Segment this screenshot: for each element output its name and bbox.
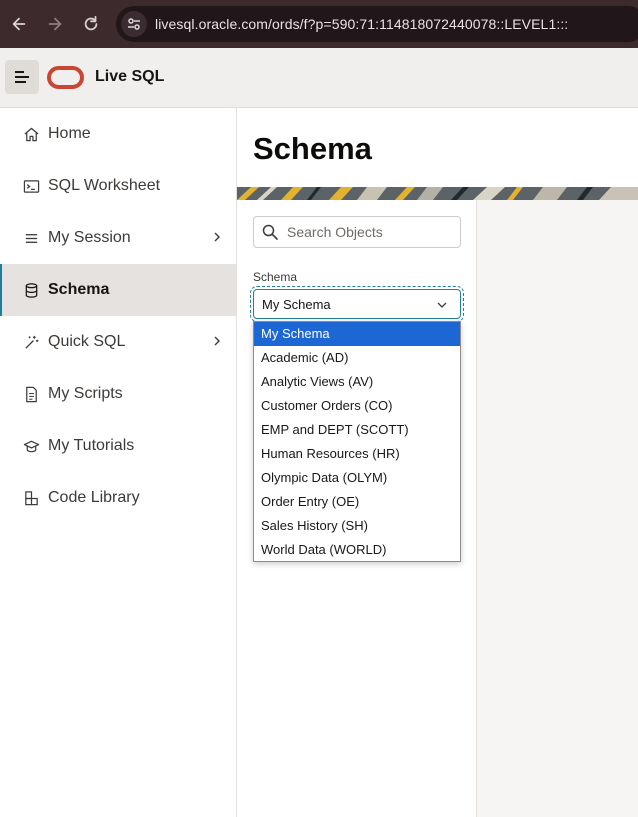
sidebar-item-sql-worksheet[interactable]: SQL Worksheet xyxy=(0,160,236,212)
schema-option[interactable]: Sales History (SH) xyxy=(254,514,460,538)
arrow-right-icon xyxy=(48,17,62,31)
search-icon xyxy=(262,224,278,240)
schema-option[interactable]: Analytic Views (AV) xyxy=(254,370,460,394)
schema-option[interactable]: Olympic Data (OLYM) xyxy=(254,466,460,490)
terminal-icon xyxy=(22,177,40,195)
schema-option[interactable]: Human Resources (HR) xyxy=(254,442,460,466)
graduation-cap-icon xyxy=(22,437,40,455)
sidebar-item-label: My Tutorials xyxy=(48,437,135,454)
sidebar-item-label: Code Library xyxy=(48,489,140,506)
schema-option[interactable]: Customer Orders (CO) xyxy=(254,394,460,418)
schema-option[interactable]: World Data (WORLD) xyxy=(254,538,460,562)
decorative-banner xyxy=(237,187,638,200)
chevron-down-icon xyxy=(437,302,447,308)
sidebar-item-my-session[interactable]: My Session xyxy=(0,212,236,264)
back-button[interactable] xyxy=(1,6,37,42)
home-icon xyxy=(22,125,40,143)
schema-option[interactable]: My Schema xyxy=(254,322,460,346)
sidebar-item-my-scripts[interactable]: My Scripts xyxy=(0,368,236,420)
site-settings-icon xyxy=(128,18,140,30)
reload-button[interactable] xyxy=(73,6,109,42)
sidebar-item-my-tutorials[interactable]: My Tutorials xyxy=(0,420,236,472)
browser-toolbar: livesql.oracle.com/ords/f?p=590:71:11481… xyxy=(0,0,638,48)
sidebar-item-label: Quick SQL xyxy=(48,333,126,350)
page-title: Schema xyxy=(253,131,372,166)
schema-option[interactable]: EMP and DEPT (SCOTT) xyxy=(254,418,460,442)
site-info-button[interactable] xyxy=(121,11,147,37)
app-title[interactable]: Live SQL xyxy=(95,68,164,86)
sidebar-item-label: SQL Worksheet xyxy=(48,177,161,194)
object-details-panel xyxy=(477,200,638,817)
chevron-right-icon[interactable] xyxy=(210,230,224,244)
sidebar-item-label: Schema xyxy=(48,281,110,298)
list-icon xyxy=(22,229,40,247)
sidebar-nav: Home SQL Worksheet My Session Schema Qui… xyxy=(0,108,237,817)
search-input[interactable] xyxy=(287,224,447,240)
sidebar-item-code-library[interactable]: Code Library xyxy=(0,472,236,524)
sidebar-item-label: Home xyxy=(48,125,91,142)
sidebar-item-home[interactable]: Home xyxy=(0,108,236,160)
schema-select[interactable]: My Schema xyxy=(250,286,464,322)
sidebar-item-label: My Session xyxy=(48,229,131,246)
sidebar-item-label: My Scripts xyxy=(48,385,123,402)
schema-dropdown-list: My Schema Academic (AD) Analytic Views (… xyxy=(253,321,461,562)
schema-field-label: Schema xyxy=(253,270,298,284)
address-bar[interactable]: livesql.oracle.com/ords/f?p=590:71:11481… xyxy=(116,6,638,42)
chevron-right-icon[interactable] xyxy=(210,334,224,348)
reload-icon xyxy=(84,15,98,31)
url-text: livesql.oracle.com/ords/f?p=590:71:11481… xyxy=(155,16,569,32)
library-icon xyxy=(22,489,40,507)
schema-option[interactable]: Order Entry (OE) xyxy=(254,490,460,514)
menu-toggle-button[interactable] xyxy=(5,60,39,94)
sidebar-item-schema[interactable]: Schema xyxy=(0,264,236,316)
sidebar-item-quick-sql[interactable]: Quick SQL xyxy=(0,316,236,368)
schema-option[interactable]: Academic (AD) xyxy=(254,346,460,370)
arrow-left-icon xyxy=(12,17,26,31)
database-icon xyxy=(22,281,40,299)
magic-wand-icon xyxy=(22,333,40,351)
oracle-logo[interactable] xyxy=(47,66,84,89)
schema-select-value: My Schema xyxy=(262,296,331,312)
app-header: Live SQL xyxy=(0,48,638,108)
forward-button[interactable] xyxy=(37,6,73,42)
search-objects-field[interactable] xyxy=(253,216,461,248)
hamburger-icon xyxy=(15,71,29,83)
document-icon xyxy=(22,385,40,403)
